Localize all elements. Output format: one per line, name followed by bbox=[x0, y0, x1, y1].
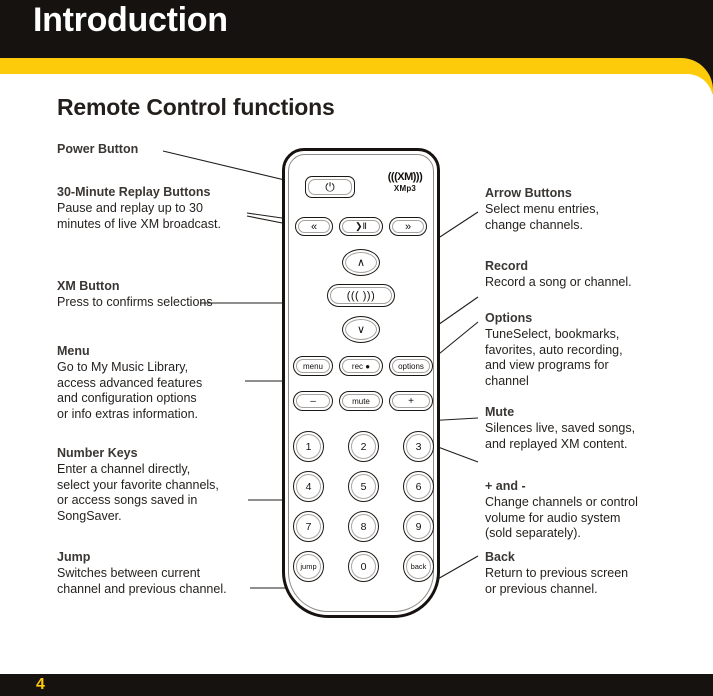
fast-forward-icon: » bbox=[404, 220, 412, 233]
power-icon: ⏻ bbox=[325, 179, 335, 194]
mute-button[interactable]: mute bbox=[339, 391, 383, 411]
page-title: Introduction bbox=[33, 1, 228, 39]
callout-title: Number Keys bbox=[57, 446, 138, 460]
callout-mute: Mute Silences live, saved songs, and rep… bbox=[485, 404, 700, 452]
key-3[interactable]: 3 bbox=[403, 431, 434, 462]
key-5[interactable]: 5 bbox=[348, 471, 379, 502]
play-pause-icon: ❯Ⅱ bbox=[355, 221, 367, 231]
section-heading: Remote Control functions bbox=[57, 94, 335, 120]
rewind-icon: « bbox=[310, 220, 318, 233]
callout-title: Record bbox=[485, 259, 529, 273]
footer-bar bbox=[0, 674, 713, 696]
menu-button[interactable]: menu bbox=[293, 356, 333, 376]
callout-body: Switches between current channel and pre… bbox=[57, 566, 227, 596]
callout-title: Jump bbox=[57, 550, 91, 564]
callout-record: Record Record a song or channel. bbox=[485, 258, 700, 291]
key-inner-ring bbox=[406, 554, 431, 579]
key-2[interactable]: 2 bbox=[348, 431, 379, 462]
key-1[interactable]: 1 bbox=[293, 431, 324, 462]
key-inner-ring bbox=[296, 514, 321, 539]
arrow-up-button[interactable]: ∧ bbox=[342, 249, 380, 276]
play-pause-button[interactable]: ❯Ⅱ bbox=[339, 217, 383, 236]
key-6[interactable]: 6 bbox=[403, 471, 434, 502]
xm-waves-icon: ((( ))) bbox=[346, 289, 376, 302]
callout-body: Pause and replay up to 30 minutes of liv… bbox=[57, 201, 221, 231]
key-jump[interactable]: jump bbox=[293, 551, 324, 582]
chevron-down-icon: ∨ bbox=[356, 324, 366, 336]
volume-down-button[interactable]: – bbox=[293, 391, 333, 411]
record-button[interactable]: rec ● bbox=[339, 356, 383, 376]
callout-back: Back Return to previous screen or previo… bbox=[485, 549, 700, 597]
callout-title: Power Button bbox=[57, 142, 139, 156]
callout-body: Silences live, saved songs, and replayed… bbox=[485, 421, 636, 451]
callout-jump: Jump Switches between current channel an… bbox=[57, 549, 267, 597]
callout-title: Back bbox=[485, 550, 515, 564]
mute-label: mute bbox=[352, 396, 370, 406]
chevron-up-icon: ∧ bbox=[356, 257, 366, 269]
xm-select-button[interactable]: ((( ))) bbox=[327, 284, 395, 307]
key-9[interactable]: 9 bbox=[403, 511, 434, 542]
callout-body: Change channels or control volume for au… bbox=[485, 495, 638, 540]
plus-icon: + bbox=[408, 395, 414, 407]
callout-body: Return to previous screen or previous ch… bbox=[485, 566, 629, 596]
callout-title: Arrow Buttons bbox=[485, 186, 572, 200]
callout-title: 30-Minute Replay Buttons bbox=[57, 185, 211, 199]
xm-brand-logo: (((XM))) XMp3 bbox=[370, 171, 440, 194]
callout-title: + and - bbox=[485, 479, 526, 493]
xm-logo-sub: XMp3 bbox=[393, 184, 417, 193]
key-back[interactable]: back bbox=[403, 551, 434, 582]
callout-body: Select menu entries, change channels. bbox=[485, 202, 599, 232]
remote-control-illustration: (((XM))) XMp3 ⏻ « ❯Ⅱ » ∧ ((( ))) ∨ menu … bbox=[277, 146, 455, 628]
replay-back-button[interactable]: « bbox=[295, 217, 333, 236]
callout-body: TuneSelect, bookmarks, favorites, auto r… bbox=[485, 327, 623, 388]
callout-title: Mute bbox=[485, 405, 515, 419]
key-inner-ring bbox=[351, 474, 376, 499]
key-4[interactable]: 4 bbox=[293, 471, 324, 502]
key-0[interactable]: 0 bbox=[348, 551, 379, 582]
key-inner-ring bbox=[406, 434, 431, 459]
volume-up-button[interactable]: + bbox=[389, 391, 433, 411]
callout-replay-buttons: 30-Minute Replay Buttons Pause and repla… bbox=[57, 184, 267, 232]
callout-arrow-buttons: Arrow Buttons Select menu entries, chang… bbox=[485, 185, 700, 233]
header-accent-band bbox=[0, 58, 713, 74]
options-button[interactable]: options bbox=[389, 356, 433, 376]
callout-plus-and-minus: + and - Change channels or control volum… bbox=[485, 478, 700, 542]
callout-number-keys: Number Keys Enter a channel directly, se… bbox=[57, 445, 267, 524]
callout-title: Options bbox=[485, 311, 533, 325]
header-corner-white bbox=[655, 74, 713, 114]
key-inner-ring bbox=[296, 554, 321, 579]
power-button[interactable]: ⏻ bbox=[305, 176, 355, 198]
callout-body: Record a song or channel. bbox=[485, 275, 632, 289]
callout-menu: Menu Go to My Music Library, access adva… bbox=[57, 343, 267, 422]
key-inner-ring bbox=[351, 434, 376, 459]
key-inner-ring bbox=[351, 554, 376, 579]
replay-forward-button[interactable]: » bbox=[389, 217, 427, 236]
menu-label: menu bbox=[302, 361, 323, 371]
key-inner-ring bbox=[406, 474, 431, 499]
key-inner-ring bbox=[296, 434, 321, 459]
key-inner-ring bbox=[351, 514, 376, 539]
options-label: options bbox=[398, 361, 424, 371]
callout-body: Press to confirms selections bbox=[57, 295, 213, 309]
page-number: 4 bbox=[36, 676, 45, 693]
record-label: rec ● bbox=[351, 361, 371, 371]
xm-logo-mark: (((XM))) bbox=[387, 171, 423, 183]
callout-title: Menu bbox=[57, 344, 90, 358]
arrow-down-button[interactable]: ∨ bbox=[342, 316, 380, 343]
minus-icon: – bbox=[310, 395, 316, 407]
callout-title: XM Button bbox=[57, 279, 120, 293]
key-7[interactable]: 7 bbox=[293, 511, 324, 542]
numeric-keypad: 1 2 3 4 5 6 7 8 9 jump 0 back bbox=[293, 431, 435, 609]
callout-xm-button: XM Button Press to confirms selections bbox=[57, 278, 267, 311]
key-inner-ring bbox=[296, 474, 321, 499]
callout-power-button: Power Button bbox=[57, 141, 267, 158]
callout-body: Go to My Music Library, access advanced … bbox=[57, 360, 203, 421]
callout-options: Options TuneSelect, bookmarks, favorites… bbox=[485, 310, 700, 389]
key-inner-ring bbox=[406, 514, 431, 539]
callout-body: Enter a channel directly, select your fa… bbox=[57, 462, 219, 523]
key-8[interactable]: 8 bbox=[348, 511, 379, 542]
